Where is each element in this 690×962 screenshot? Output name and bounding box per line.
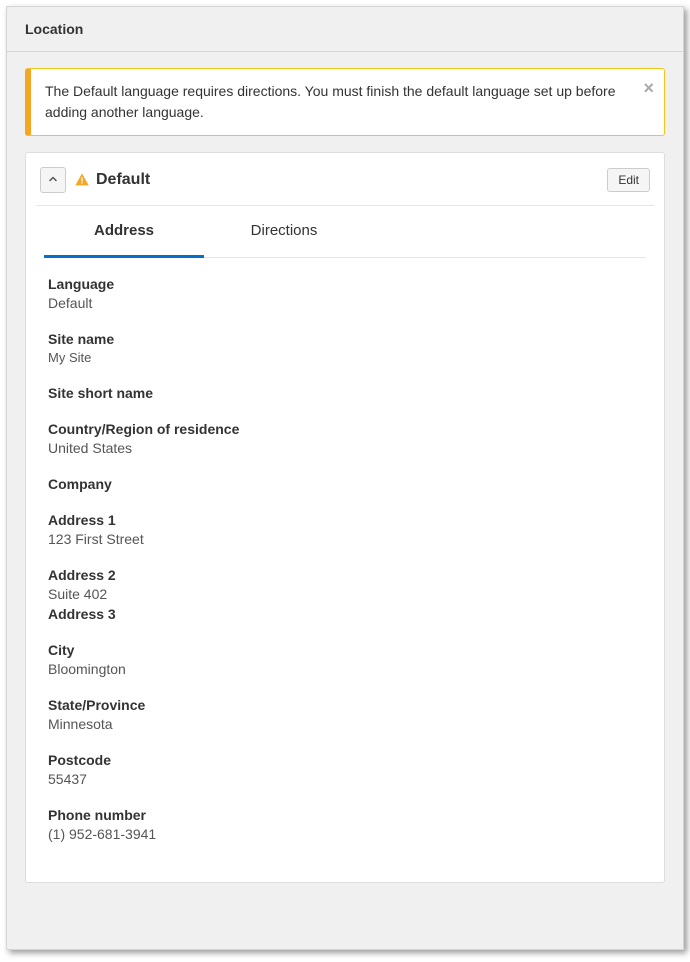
value-site-name: My Site: [48, 350, 642, 365]
field-site-short-name: Site short name: [48, 385, 642, 401]
field-country: Country/Region of residence United State…: [48, 421, 642, 456]
label-site-name: Site name: [48, 331, 642, 347]
warning-alert: The Default language requires directions…: [25, 68, 665, 136]
close-icon[interactable]: ×: [643, 79, 654, 97]
value-address2: Suite 402: [48, 586, 642, 602]
label-address2: Address 2: [48, 567, 642, 583]
collapse-button[interactable]: [40, 167, 66, 193]
field-city: City Bloomington: [48, 642, 642, 677]
field-address2: Address 2 Suite 402: [48, 567, 642, 602]
label-state: State/Province: [48, 697, 642, 713]
label-city: City: [48, 642, 642, 658]
label-address1: Address 1: [48, 512, 642, 528]
tab-directions[interactable]: Directions: [204, 206, 364, 258]
field-address1: Address 1 123 First Street: [48, 512, 642, 547]
language-card: Default Edit Address Directions Language…: [25, 152, 665, 883]
label-language: Language: [48, 276, 642, 292]
value-address1: 123 First Street: [48, 531, 642, 547]
field-postcode: Postcode 55437: [48, 752, 642, 787]
card-title: Default: [96, 171, 607, 189]
field-language: Language Default: [48, 276, 642, 311]
value-country: United States: [48, 440, 642, 456]
field-address3: Address 3: [48, 606, 642, 622]
card-header: Default Edit: [36, 163, 654, 206]
alert-message: The Default language requires directions…: [45, 83, 616, 120]
panel-title: Location: [25, 21, 665, 37]
field-phone: Phone number (1) 952-681-3941: [48, 807, 642, 842]
edit-button[interactable]: Edit: [607, 168, 650, 192]
value-language: Default: [48, 295, 642, 311]
value-state: Minnesota: [48, 716, 642, 732]
label-company: Company: [48, 476, 642, 492]
label-postcode: Postcode: [48, 752, 642, 768]
field-site-name: Site name My Site: [48, 331, 642, 365]
value-phone: (1) 952-681-3941: [48, 826, 642, 842]
tab-address[interactable]: Address: [44, 206, 204, 258]
label-site-short-name: Site short name: [48, 385, 642, 401]
address-fields: Language Default Site name My Site Site …: [36, 276, 654, 842]
label-country: Country/Region of residence: [48, 421, 642, 437]
tabs: Address Directions: [44, 206, 646, 258]
panel-content: The Default language requires directions…: [7, 52, 683, 903]
field-state: State/Province Minnesota: [48, 697, 642, 732]
label-phone: Phone number: [48, 807, 642, 823]
panel-header: Location: [7, 7, 683, 52]
label-address3: Address 3: [48, 606, 642, 622]
value-city: Bloomington: [48, 661, 642, 677]
warning-triangle-icon: [74, 172, 90, 188]
value-postcode: 55437: [48, 771, 642, 787]
chevron-up-icon: [47, 173, 59, 188]
location-panel: Location The Default language requires d…: [6, 6, 684, 950]
field-company: Company: [48, 476, 642, 492]
